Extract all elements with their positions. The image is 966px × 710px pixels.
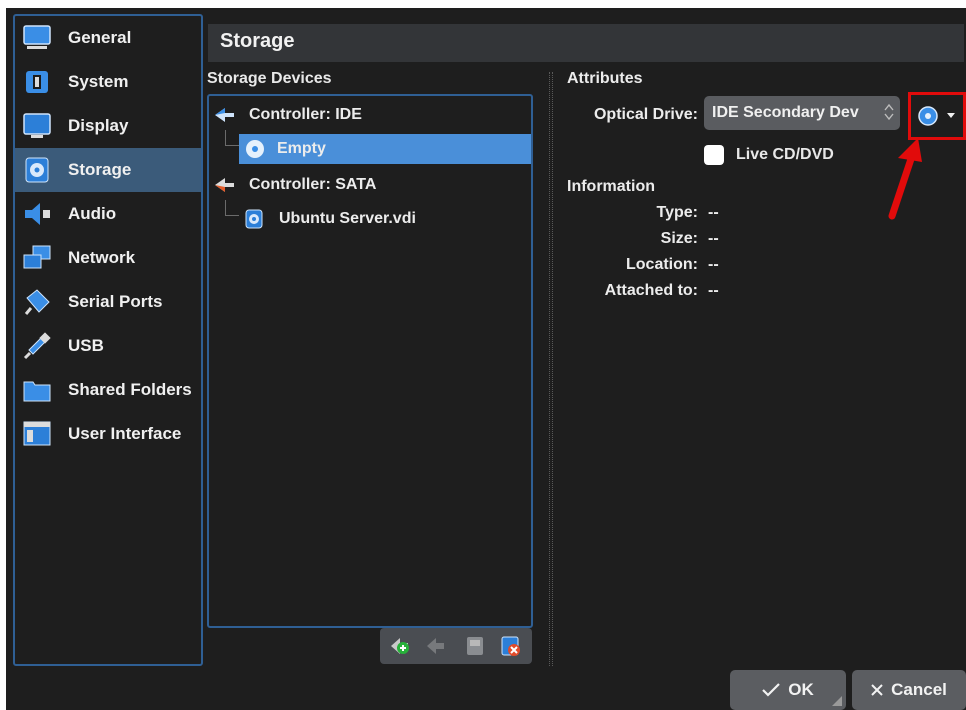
checkmark-icon — [762, 683, 781, 697]
sidebar-item-label: Network — [68, 248, 136, 267]
ok-button-label: OK — [788, 680, 814, 699]
storage-toolbar — [380, 628, 532, 664]
tree-item-controller-ide[interactable]: Controller: IDE — [211, 100, 529, 130]
sidebar-item-usb[interactable]: USB — [15, 324, 201, 368]
sidebar-item-label: Storage — [68, 160, 132, 179]
sidebar-item-general[interactable]: General — [15, 16, 201, 60]
sata-controller-icon — [215, 174, 237, 196]
live-cd-checkbox[interactable] — [704, 145, 724, 165]
info-attached-to-value: -- — [708, 282, 719, 299]
tree-connector — [225, 200, 239, 216]
tree-item-label: Controller: IDE — [249, 106, 362, 123]
sidebar-item-label: Shared Folders — [68, 380, 192, 399]
ok-button[interactable]: OK — [730, 670, 846, 710]
settings-window: General System Display Storage Audio Net… — [6, 8, 966, 710]
remove-attachment-icon[interactable] — [500, 635, 522, 657]
add-attachment-icon[interactable] — [464, 635, 486, 657]
page-title: Storage — [220, 30, 295, 52]
sidebar-item-audio[interactable]: Audio — [15, 192, 201, 236]
sidebar-item-label: Serial Ports — [68, 292, 163, 311]
sidebar-item-shared-folders[interactable]: Shared Folders — [15, 368, 201, 412]
sidebar-item-serial-ports[interactable]: Serial Ports — [15, 280, 201, 324]
audio-icon — [23, 200, 51, 228]
optical-drive-value: IDE Secondary Dev — [712, 104, 859, 121]
add-controller-icon[interactable] — [390, 635, 412, 657]
optical-drive-select[interactable]: IDE Secondary Dev — [704, 96, 900, 130]
tree-item-label: Controller: SATA — [249, 176, 377, 193]
network-icon — [23, 244, 51, 272]
display-icon — [23, 112, 51, 140]
general-icon — [23, 24, 51, 52]
tree-item-ubuntu-server-vdi[interactable]: Ubuntu Server.vdi — [239, 204, 529, 234]
tree-item-controller-sata[interactable]: Controller: SATA — [211, 170, 529, 200]
info-type-value: -- — [708, 204, 719, 221]
serial-ports-icon — [23, 288, 51, 316]
info-attached-to-label: Attached to: — [604, 282, 698, 299]
sidebar-item-label: General — [68, 28, 132, 47]
panel-splitter[interactable] — [549, 72, 553, 666]
shared-folders-icon — [23, 376, 51, 404]
tree-item-label: Empty — [277, 140, 326, 157]
annotation-arrow-icon — [888, 138, 922, 220]
info-size-label: Size: — [660, 230, 698, 247]
resize-grip-icon — [832, 696, 842, 706]
sidebar-item-storage[interactable]: Storage — [15, 148, 201, 192]
info-location-label: Location: — [626, 256, 698, 273]
storage-devices-label: Storage Devices — [207, 70, 332, 87]
sidebar-item-label: User Interface — [68, 424, 182, 443]
settings-category-list: General System Display Storage Audio Net… — [13, 14, 203, 666]
info-type-label: Type: — [656, 204, 698, 221]
sidebar-item-label: USB — [68, 336, 104, 355]
sidebar-item-user-interface[interactable]: User Interface — [15, 412, 201, 456]
tree-item-empty[interactable]: Empty — [239, 134, 531, 164]
optical-drive-label: Optical Drive: — [593, 106, 698, 123]
sidebar-item-label: System — [68, 72, 129, 91]
optical-disc-icon — [245, 138, 267, 160]
information-label: Information — [567, 178, 655, 195]
user-interface-icon — [23, 420, 51, 448]
tree-item-label: Ubuntu Server.vdi — [279, 210, 416, 227]
close-icon — [871, 684, 883, 696]
info-location-value: -- — [708, 256, 719, 273]
sidebar-item-label: Display — [68, 116, 129, 135]
info-size-value: -- — [708, 230, 719, 247]
storage-tree: Controller: IDE Empty Controller: SATA U… — [207, 94, 533, 628]
cancel-button-label: Cancel — [891, 680, 947, 699]
sidebar-item-label: Audio — [68, 204, 117, 223]
ide-controller-icon — [215, 104, 237, 126]
tree-connector — [225, 130, 239, 146]
remove-controller-icon[interactable] — [426, 635, 448, 657]
sidebar-item-system[interactable]: System — [15, 60, 201, 104]
system-icon — [23, 68, 51, 96]
page-header: Storage — [208, 24, 964, 62]
cancel-button[interactable]: Cancel — [852, 670, 966, 710]
choose-disk-button[interactable] — [908, 92, 966, 140]
usb-icon — [23, 332, 51, 360]
live-cd-label: Live CD/DVD — [736, 146, 834, 163]
sidebar-item-network[interactable]: Network — [15, 236, 201, 280]
hard-disk-icon — [245, 208, 267, 230]
storage-icon — [23, 156, 51, 184]
optical-disc-icon — [918, 106, 955, 126]
sidebar-item-display[interactable]: Display — [15, 104, 201, 148]
attributes-label: Attributes — [567, 70, 643, 87]
chevron-up-down-icon — [884, 102, 894, 123]
